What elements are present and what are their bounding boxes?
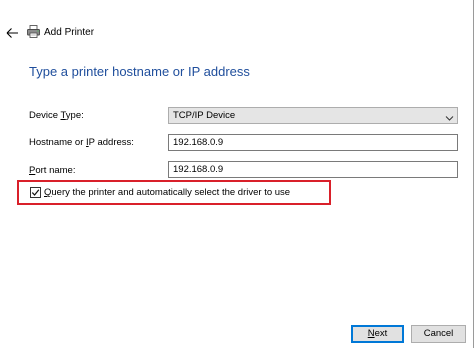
hostname-label-suffix: P address: [88,137,134,148]
device-type-label-suffix: ype: [65,110,84,121]
hostname-label: Hostname or IP address: [29,137,134,149]
port-name-label: Port name: [29,165,75,177]
back-arrow-icon[interactable] [4,25,20,41]
next-button-text: ext [374,328,388,339]
chevron-down-icon [445,112,454,121]
query-printer-label-text: uery the printer and automatically selec… [51,187,291,198]
hostname-input[interactable] [168,134,458,151]
port-name-label-suffix: ort name: [35,165,76,176]
window-title: Add Printer [44,27,95,38]
page-heading: Type a printer hostname or IP address [29,64,250,79]
query-printer-checkbox[interactable] [30,187,41,198]
query-printer-label[interactable]: Query the printer and automatically sele… [44,187,290,199]
port-name-input[interactable] [168,161,458,178]
next-button[interactable]: Next [351,325,404,343]
device-type-label-prefix: Device [29,110,61,121]
hostname-label-prefix: Hostname or [29,137,87,148]
device-type-label: Device Type: [29,110,84,122]
add-printer-window: Add Printer Type a printer hostname or I… [0,0,474,348]
device-type-value: TCP/IP Device [173,110,236,121]
printer-icon [26,24,41,39]
device-type-select[interactable]: TCP/IP Device [168,107,458,124]
cancel-button[interactable]: Cancel [411,325,466,343]
checkmark-icon [31,189,40,196]
next-button-mnemonic: N [367,328,375,339]
